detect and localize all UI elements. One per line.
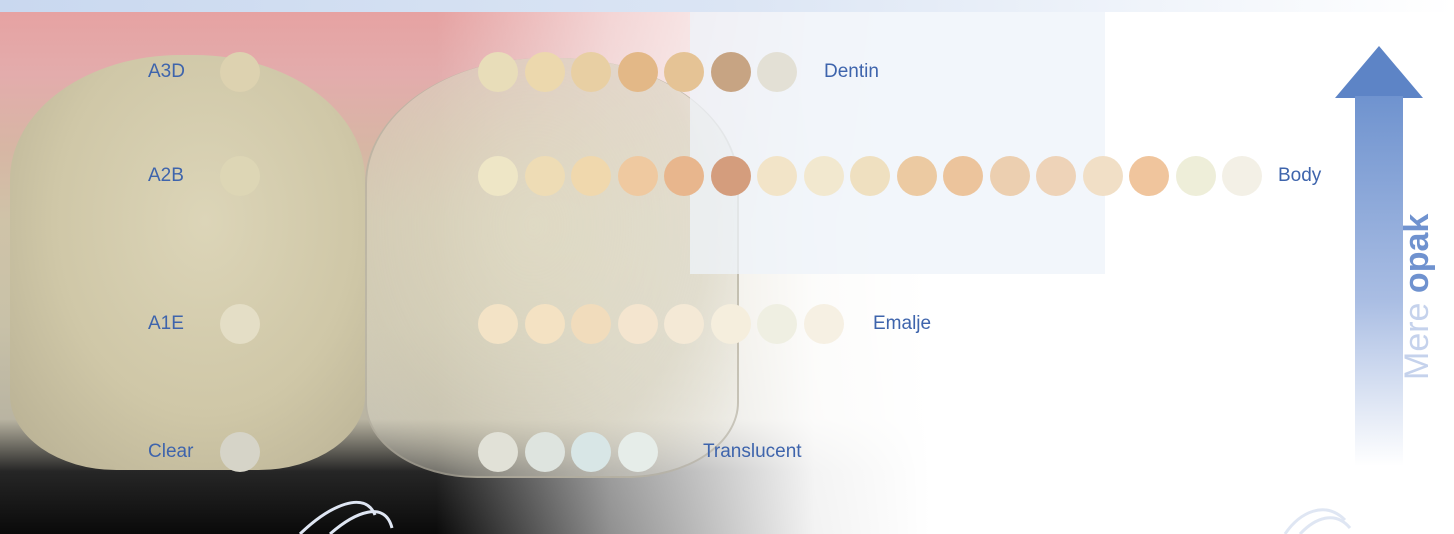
decorative-swoosh [298,500,1352,534]
